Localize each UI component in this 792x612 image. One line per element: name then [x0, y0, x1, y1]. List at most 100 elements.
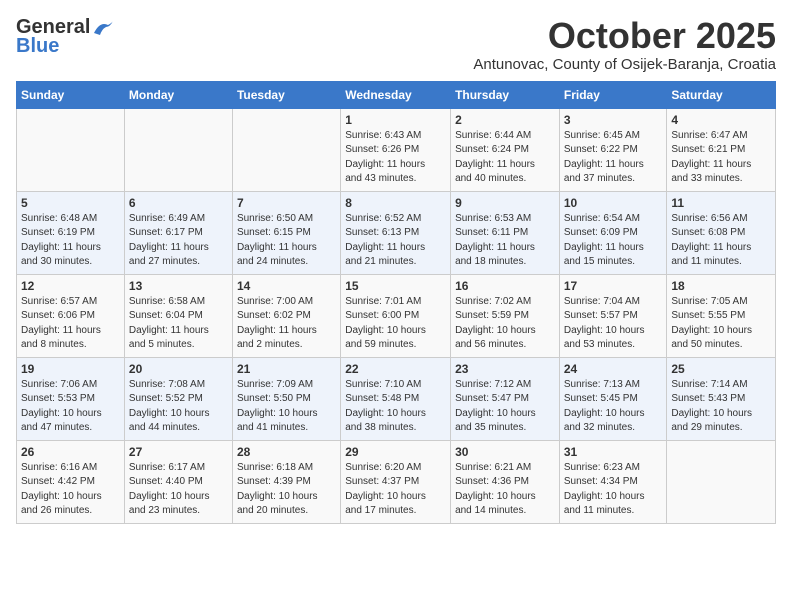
day-info: Sunrise: 6:21 AMSunset: 4:36 PMDaylight:… [455, 461, 555, 519]
day-number: 16 [455, 279, 555, 293]
calendar-week-row: 1 Sunrise: 6:43 AMSunset: 6:26 PMDaylight… [17, 108, 776, 191]
day-number: 31 [564, 445, 663, 459]
calendar-cell: 13 Sunrise: 6:58 AMSunset: 6:04 PMDayligh… [124, 274, 232, 357]
day-info: Sunrise: 6:17 AMSunset: 4:40 PMDaylight:… [129, 461, 228, 519]
calendar-cell: 1 Sunrise: 6:43 AMSunset: 6:26 PMDaylight… [341, 108, 451, 191]
calendar-cell: 8Sunrise: 6:52 AMSunset: 6:13 PMDaylight… [341, 191, 451, 274]
calendar-cell: 14Sunrise: 7:00 AMSunset: 6:02 PMDayligh… [232, 274, 340, 357]
day-info: Sunrise: 7:12 AMSunset: 5:47 PMDaylight:… [455, 378, 555, 436]
day-number: 10 [564, 196, 663, 210]
day-info: Sunrise: 6:49 AMSunset: 6:17 PMDaylight:… [129, 212, 228, 270]
calendar-body: 1 Sunrise: 6:43 AMSunset: 6:26 PMDaylight… [17, 108, 776, 523]
day-info: Sunrise: 7:04 AMSunset: 5:57 PMDaylight:… [564, 295, 663, 353]
day-info: Sunrise: 7:14 AMSunset: 5:43 PMDaylight:… [671, 378, 771, 436]
day-number: 24 [564, 362, 663, 376]
day-number: 12 [21, 279, 120, 293]
day-info: Sunrise: 6:54 AMSunset: 6:09 PMDaylight:… [564, 212, 663, 270]
calendar-cell: 26 Sunrise: 6:16 AMSunset: 4:42 PMDayligh… [17, 440, 125, 523]
calendar-cell: 5 Sunrise: 6:48 AMSunset: 6:19 PMDaylight… [17, 191, 125, 274]
day-info: Sunrise: 7:10 AMSunset: 5:48 PMDaylight:… [345, 378, 446, 436]
calendar-cell: 17 Sunrise: 7:04 AMSunset: 5:57 PMDayligh… [559, 274, 667, 357]
calendar-cell: 4Sunrise: 6:47 AMSunset: 6:21 PMDaylight… [667, 108, 776, 191]
day-number: 26 [21, 445, 120, 459]
day-number: 22 [345, 362, 446, 376]
calendar-cell [667, 440, 776, 523]
calendar-cell [17, 108, 125, 191]
calendar-cell: 10 Sunrise: 6:54 AMSunset: 6:09 PMDayligh… [559, 191, 667, 274]
header-cell-friday: Friday [559, 81, 667, 108]
calendar-cell: 29 Sunrise: 6:20 AMSunset: 4:37 PMDayligh… [341, 440, 451, 523]
day-number: 27 [129, 445, 228, 459]
calendar-cell: 9Sunrise: 6:53 AMSunset: 6:11 PMDaylight… [451, 191, 560, 274]
day-number: 8 [345, 196, 446, 210]
calendar-cell: 25 Sunrise: 7:14 AMSunset: 5:43 PMDayligh… [667, 357, 776, 440]
day-info: Sunrise: 6:44 AMSunset: 6:24 PMDaylight:… [455, 129, 555, 187]
calendar-cell: 27 Sunrise: 6:17 AMSunset: 4:40 PMDayligh… [124, 440, 232, 523]
day-number: 11 [671, 196, 771, 210]
day-info: Sunrise: 6:16 AMSunset: 4:42 PMDaylight:… [21, 461, 120, 519]
day-info: Sunrise: 7:00 AMSunset: 6:02 PMDaylight:… [237, 295, 336, 353]
calendar-week-row: 12Sunrise: 6:57 AMSunset: 6:06 PMDayligh… [17, 274, 776, 357]
day-number: 7 [237, 196, 336, 210]
day-number: 21 [237, 362, 336, 376]
day-number: 5 [21, 196, 120, 210]
header-cell-tuesday: Tuesday [232, 81, 340, 108]
day-number: 15 [345, 279, 446, 293]
day-info: Sunrise: 7:08 AMSunset: 5:52 PMDaylight:… [129, 378, 228, 436]
day-info: Sunrise: 6:58 AMSunset: 6:04 PMDaylight:… [129, 295, 228, 353]
day-info: Sunrise: 6:50 AMSunset: 6:15 PMDaylight:… [237, 212, 336, 270]
day-number: 18 [671, 279, 771, 293]
day-number: 13 [129, 279, 228, 293]
logo-blue: Blue [16, 35, 59, 58]
calendar-header-row: SundayMondayTuesdayWednesdayThursdayFrid… [17, 81, 776, 108]
day-number: 28 [237, 445, 336, 459]
day-number: 20 [129, 362, 228, 376]
day-info: Sunrise: 6:20 AMSunset: 4:37 PMDaylight:… [345, 461, 446, 519]
logo-bird-icon [92, 19, 114, 37]
page-header: General Blue October 2025 Antunovac, Cou… [16, 16, 776, 73]
calendar-cell [124, 108, 232, 191]
calendar-cell: 20 Sunrise: 7:08 AMSunset: 5:52 PMDayligh… [124, 357, 232, 440]
logo: General Blue [16, 16, 114, 58]
calendar-cell: 31 Sunrise: 6:23 AMSunset: 4:34 PMDayligh… [559, 440, 667, 523]
header-cell-sunday: Sunday [17, 81, 125, 108]
calendar-cell: 16 Sunrise: 7:02 AMSunset: 5:59 PMDayligh… [451, 274, 560, 357]
header-cell-wednesday: Wednesday [341, 81, 451, 108]
calendar-subtitle: Antunovac, County of Osijek-Baranja, Cro… [473, 56, 776, 73]
day-info: Sunrise: 6:43 AMSunset: 6:26 PMDaylight:… [345, 129, 446, 187]
day-number: 3 [564, 113, 663, 127]
day-info: Sunrise: 6:47 AMSunset: 6:21 PMDaylight:… [671, 129, 771, 187]
calendar-cell: 22 Sunrise: 7:10 AMSunset: 5:48 PMDayligh… [341, 357, 451, 440]
calendar-cell: 18 Sunrise: 7:05 AMSunset: 5:55 PMDayligh… [667, 274, 776, 357]
calendar-cell: 11 Sunrise: 6:56 AMSunset: 6:08 PMDayligh… [667, 191, 776, 274]
day-number: 1 [345, 113, 446, 127]
calendar-cell: 30Sunrise: 6:21 AMSunset: 4:36 PMDayligh… [451, 440, 560, 523]
day-info: Sunrise: 7:01 AMSunset: 6:00 PMDaylight:… [345, 295, 446, 353]
day-number: 2 [455, 113, 555, 127]
calendar-cell: 19 Sunrise: 7:06 AMSunset: 5:53 PMDayligh… [17, 357, 125, 440]
day-number: 23 [455, 362, 555, 376]
header-cell-saturday: Saturday [667, 81, 776, 108]
day-number: 29 [345, 445, 446, 459]
day-number: 19 [21, 362, 120, 376]
calendar-week-row: 19 Sunrise: 7:06 AMSunset: 5:53 PMDayligh… [17, 357, 776, 440]
calendar-table: SundayMondayTuesdayWednesdayThursdayFrid… [16, 81, 776, 524]
day-info: Sunrise: 7:09 AMSunset: 5:50 PMDaylight:… [237, 378, 336, 436]
calendar-cell: 23 Sunrise: 7:12 AMSunset: 5:47 PMDayligh… [451, 357, 560, 440]
day-info: Sunrise: 6:53 AMSunset: 6:11 PMDaylight:… [455, 212, 555, 270]
header-cell-thursday: Thursday [451, 81, 560, 108]
day-info: Sunrise: 7:05 AMSunset: 5:55 PMDaylight:… [671, 295, 771, 353]
day-info: Sunrise: 6:18 AMSunset: 4:39 PMDaylight:… [237, 461, 336, 519]
calendar-cell: 12Sunrise: 6:57 AMSunset: 6:06 PMDayligh… [17, 274, 125, 357]
day-info: Sunrise: 7:06 AMSunset: 5:53 PMDaylight:… [21, 378, 120, 436]
calendar-cell: 24Sunrise: 7:13 AMSunset: 5:45 PMDayligh… [559, 357, 667, 440]
day-number: 25 [671, 362, 771, 376]
day-number: 6 [129, 196, 228, 210]
calendar-cell: 3Sunrise: 6:45 AMSunset: 6:22 PMDaylight… [559, 108, 667, 191]
day-number: 17 [564, 279, 663, 293]
day-info: Sunrise: 6:48 AMSunset: 6:19 PMDaylight:… [21, 212, 120, 270]
day-info: Sunrise: 7:02 AMSunset: 5:59 PMDaylight:… [455, 295, 555, 353]
calendar-cell: 2 Sunrise: 6:44 AMSunset: 6:24 PMDaylight… [451, 108, 560, 191]
day-info: Sunrise: 6:56 AMSunset: 6:08 PMDaylight:… [671, 212, 771, 270]
day-info: Sunrise: 6:23 AMSunset: 4:34 PMDaylight:… [564, 461, 663, 519]
